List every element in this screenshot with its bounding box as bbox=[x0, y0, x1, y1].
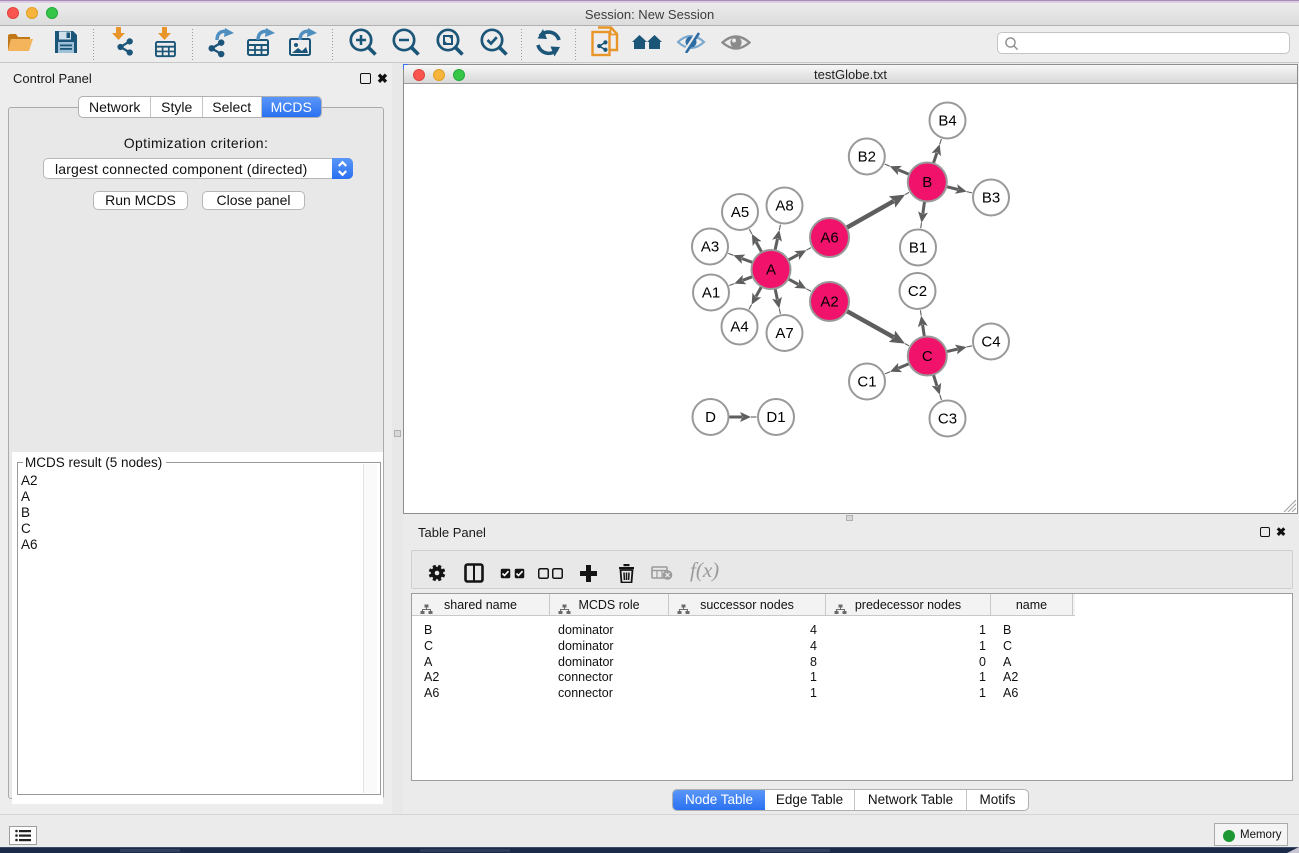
svg-text:C1: C1 bbox=[857, 374, 876, 391]
svg-text:C4: C4 bbox=[981, 334, 1000, 351]
svg-text:B4: B4 bbox=[938, 113, 956, 130]
svg-text:A6: A6 bbox=[820, 230, 838, 247]
svg-text:A4: A4 bbox=[730, 319, 748, 336]
svg-text:D1: D1 bbox=[766, 409, 785, 426]
svg-text:A7: A7 bbox=[775, 325, 793, 342]
svg-text:B3: B3 bbox=[982, 190, 1000, 207]
svg-text:A2: A2 bbox=[820, 294, 838, 311]
svg-text:A5: A5 bbox=[731, 204, 749, 221]
svg-text:A8: A8 bbox=[775, 198, 793, 215]
svg-text:D: D bbox=[705, 409, 716, 426]
svg-text:A1: A1 bbox=[702, 285, 720, 302]
svg-text:C: C bbox=[922, 348, 933, 365]
svg-text:B: B bbox=[922, 174, 932, 191]
svg-text:A3: A3 bbox=[701, 239, 719, 256]
svg-text:C3: C3 bbox=[938, 411, 957, 428]
svg-text:C2: C2 bbox=[908, 283, 927, 300]
svg-text:A: A bbox=[766, 262, 776, 279]
svg-text:B1: B1 bbox=[909, 240, 927, 257]
svg-text:B2: B2 bbox=[858, 149, 876, 166]
